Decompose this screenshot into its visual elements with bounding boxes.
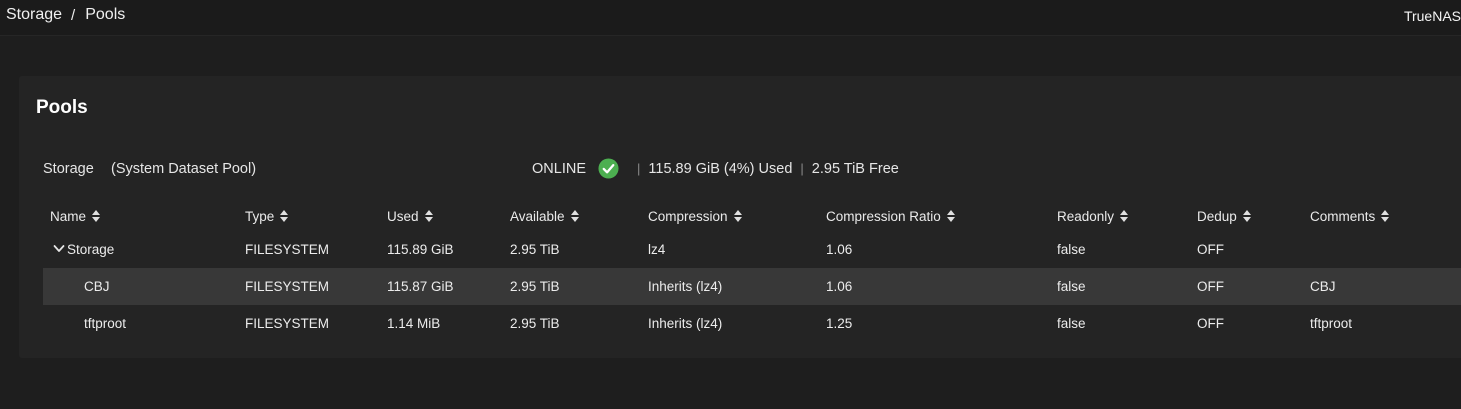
sort-icon bbox=[570, 210, 579, 222]
cell-readonly: false bbox=[1057, 316, 1086, 331]
datasets-table: Name Type Used Available Compression Com… bbox=[43, 202, 1461, 342]
cell-used: 1.14 MiB bbox=[387, 316, 441, 331]
breadcrumb: Storage / Pools bbox=[6, 6, 125, 24]
page-title: Pools bbox=[36, 97, 88, 118]
column-header-dedup[interactable]: Dedup bbox=[1197, 202, 1310, 231]
table-header-row: Name Type Used Available Compression Com… bbox=[43, 202, 1461, 231]
cell-type: FILESYSTEM bbox=[245, 316, 330, 331]
cell-dedup: OFF bbox=[1197, 268, 1310, 305]
sort-icon bbox=[280, 210, 289, 222]
sort-icon bbox=[733, 210, 742, 222]
cell-dedup: OFF bbox=[1197, 316, 1224, 331]
pool-free-text: 2.95 TiB Free bbox=[811, 160, 899, 177]
sort-icon bbox=[424, 210, 433, 222]
sort-icon bbox=[946, 210, 955, 222]
column-header-available[interactable]: Available bbox=[510, 202, 648, 231]
pool-description: (System Dataset Pool) bbox=[111, 161, 257, 177]
cell-compression-ratio: 1.25 bbox=[826, 316, 853, 331]
sort-icon bbox=[1120, 210, 1129, 222]
cell-readonly: false bbox=[1057, 268, 1197, 305]
cell-name: CBJ bbox=[43, 268, 245, 305]
breadcrumb-separator: / bbox=[71, 6, 76, 24]
cell-comments bbox=[1310, 231, 1461, 268]
pools-card: Pools Storage (System Dataset Pool) ONLI… bbox=[19, 76, 1461, 358]
cell-available: 2.95 TiB bbox=[510, 316, 560, 331]
column-header-readonly[interactable]: Readonly bbox=[1057, 202, 1197, 231]
table-row[interactable]: CBJ FILESYSTEM 115.87 GiB 2.95 TiB Inher… bbox=[43, 268, 1461, 305]
column-header-name[interactable]: Name bbox=[43, 202, 245, 231]
divider: | bbox=[800, 161, 804, 176]
cell-name: tftproot bbox=[84, 316, 127, 331]
check-circle-icon bbox=[598, 158, 619, 179]
cell-type: FILESYSTEM bbox=[245, 268, 387, 305]
cell-name: Storage bbox=[43, 231, 245, 268]
cell-available: 2.95 TiB bbox=[510, 268, 648, 305]
cell-compression: Inherits (lz4) bbox=[648, 316, 723, 331]
pool-status-summary: ONLINE | 115.89 GiB (4%) Used | 2.95 TiB… bbox=[532, 158, 899, 179]
table-row[interactable]: tftproot FILESYSTEM 1.14 MiB 2.95 TiB In… bbox=[43, 305, 1461, 342]
cell-readonly: false bbox=[1057, 242, 1086, 257]
cell-compression: Inherits (lz4) bbox=[648, 268, 826, 305]
sort-icon bbox=[1381, 210, 1390, 222]
column-header-used[interactable]: Used bbox=[387, 202, 510, 231]
top-bar: Storage / Pools TrueNAS bbox=[0, 0, 1461, 36]
column-header-compression[interactable]: Compression bbox=[648, 202, 826, 231]
cell-comments: CBJ bbox=[1310, 268, 1461, 305]
cell-available: 2.95 TiB bbox=[510, 242, 560, 257]
cell-comments: tftproot bbox=[1310, 316, 1353, 331]
pool-used-text: 115.89 GiB (4%) Used bbox=[648, 160, 793, 177]
pool-name: Storage bbox=[43, 161, 94, 177]
cell-used: 115.87 GiB bbox=[387, 268, 510, 305]
divider: | bbox=[637, 161, 641, 176]
cell-used: 115.89 GiB bbox=[387, 242, 454, 257]
pool-status-text: ONLINE bbox=[532, 160, 586, 177]
breadcrumb-storage[interactable]: Storage bbox=[6, 6, 62, 24]
cell-dedup: OFF bbox=[1197, 242, 1224, 257]
column-header-type[interactable]: Type bbox=[245, 202, 387, 231]
cell-type: FILESYSTEM bbox=[245, 242, 330, 257]
sort-icon bbox=[1242, 210, 1251, 222]
breadcrumb-pools: Pools bbox=[85, 6, 126, 23]
pool-header-row: Storage (System Dataset Pool) ONLINE | 1… bbox=[19, 156, 1461, 184]
cell-compression: lz4 bbox=[648, 242, 666, 257]
chevron-down-icon[interactable] bbox=[53, 244, 65, 254]
sort-icon bbox=[92, 210, 101, 222]
brand-label: TrueNAS bbox=[1403, 8, 1461, 24]
column-header-comments[interactable]: Comments bbox=[1310, 202, 1461, 231]
cell-compression-ratio: 1.06 bbox=[826, 242, 853, 257]
table-row[interactable]: Storage FILESYSTEM 115.89 GiB 2.95 TiB l… bbox=[43, 231, 1461, 268]
cell-compression-ratio: 1.06 bbox=[826, 268, 1057, 305]
column-header-compression-ratio[interactable]: Compression Ratio bbox=[826, 202, 1057, 231]
